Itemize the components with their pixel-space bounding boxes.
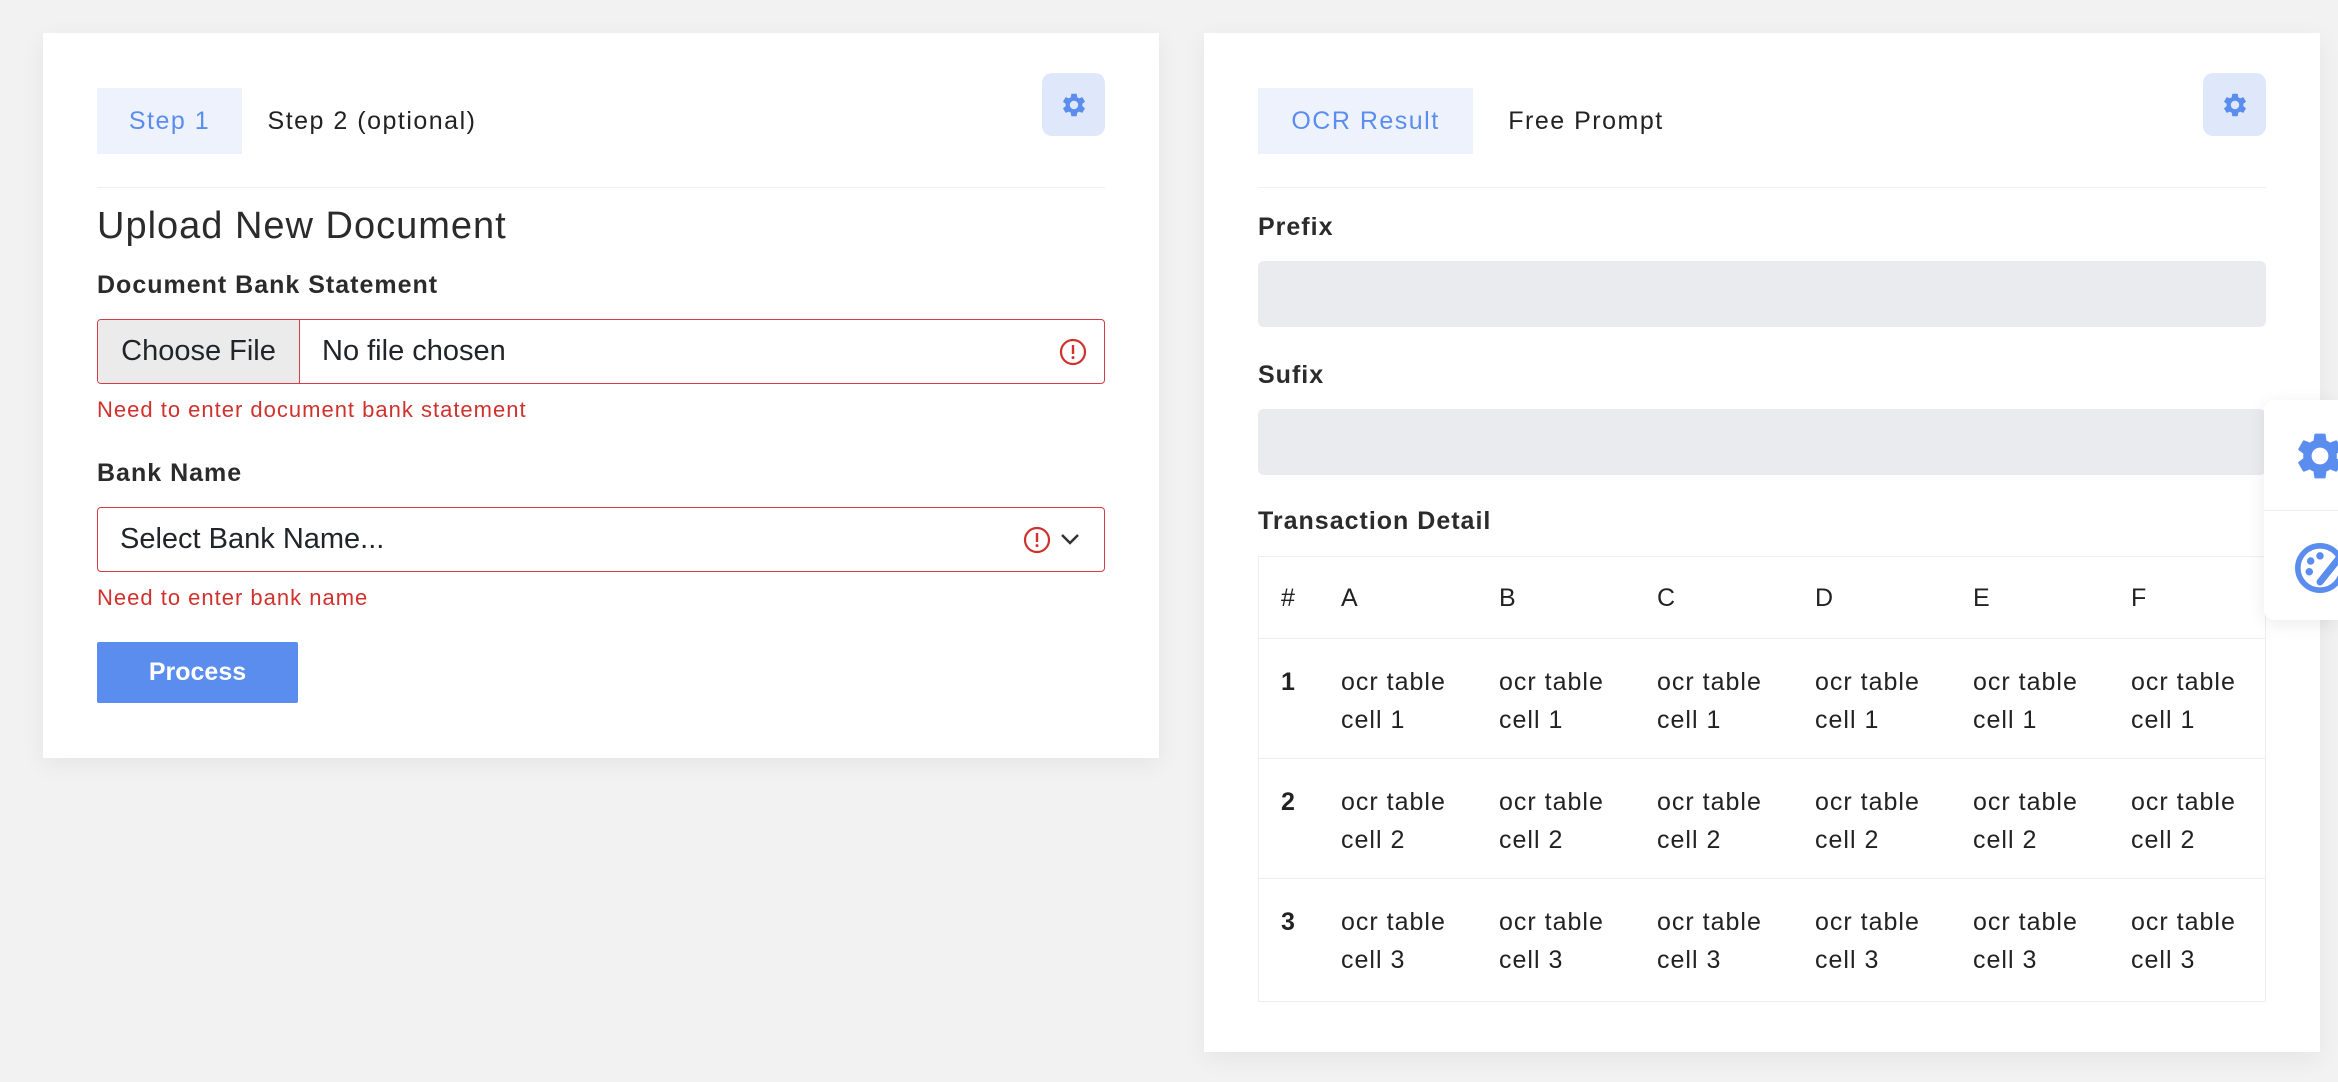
page-title: Upload New Document (97, 205, 507, 247)
document-label: Document Bank Statement (97, 271, 439, 299)
document-error: Need to enter document bank statement (97, 397, 527, 422)
bank-name-label: Bank Name (97, 459, 243, 487)
header-cell: E (1973, 584, 1991, 612)
step-tabs: Step 1 Step 2 (optional) (97, 88, 1105, 188)
header-cell: D (1815, 584, 1835, 612)
settings-button[interactable] (2203, 73, 2266, 136)
table-cell: ocr table cell 3 (1815, 908, 1920, 974)
table-cell: ocr table cell 2 (1499, 788, 1604, 854)
table-cell: ocr table cell 2 (1973, 788, 2078, 854)
table-cell: ocr table cell 3 (1973, 908, 2078, 974)
settings-button[interactable] (1042, 73, 1105, 136)
chevron-down-icon (1061, 534, 1079, 545)
gear-icon (1062, 93, 1085, 116)
table-cell: ocr table cell 3 (1341, 908, 1446, 974)
table-cell: ocr table cell 1 (1815, 668, 1920, 734)
table-cell: ocr table cell 2 (1657, 788, 1762, 854)
table-cell: ocr table cell 2 (1815, 788, 1920, 854)
table-row: 2 ocr table cell 2 ocr table cell 2 ocr … (1259, 759, 2265, 879)
header-cell: B (1499, 584, 1517, 612)
upload-panel: Step 1 Step 2 (optional) Upload New Docu… (43, 33, 1159, 758)
gear-icon (2223, 93, 2246, 116)
table-cell: ocr table cell 1 (1973, 668, 2078, 734)
suffix-field[interactable] (1258, 409, 2266, 475)
document-file-input[interactable]: Choose File No file chosen (97, 319, 1105, 384)
bank-name-error: Need to enter bank name (97, 585, 369, 610)
table-row: 1 ocr table cell 1 ocr table cell 1 ocr … (1259, 639, 2265, 759)
choose-file-button[interactable]: Choose File (98, 320, 300, 383)
table-cell: ocr table cell 1 (2131, 668, 2236, 734)
tab-ocr-result[interactable]: OCR Result (1258, 88, 1473, 154)
table-cell: ocr table cell 1 (1341, 668, 1446, 734)
tab-free-prompt[interactable]: Free Prompt (1473, 88, 1699, 154)
table-cell: ocr table cell 1 (1499, 668, 1604, 734)
bank-name-placeholder: Select Bank Name... (120, 523, 385, 555)
result-panel: OCR Result Free Prompt Prefix Sufix Tran… (1204, 33, 2320, 1052)
table-cell: ocr table cell 3 (1499, 908, 1604, 974)
error-icon (1023, 526, 1051, 554)
process-button[interactable]: Process (97, 642, 298, 703)
file-status-text: No file chosen (322, 335, 506, 367)
header-cell: A (1341, 584, 1359, 612)
header-cell: F (2131, 584, 2148, 612)
table-cell: ocr table cell 2 (2131, 788, 2236, 854)
palette-icon[interactable] (2292, 540, 2338, 596)
error-icon (1059, 338, 1087, 366)
table-cell: ocr table cell 3 (2131, 908, 2236, 974)
floating-toolbar (2264, 400, 2338, 620)
table-cell: ocr table cell 3 (1657, 908, 1762, 974)
prefix-label: Prefix (1258, 213, 1334, 241)
table-cell: ocr table cell 2 (1341, 788, 1446, 854)
toolbar-divider (2264, 510, 2338, 511)
table-cell: ocr table cell 1 (1657, 668, 1762, 734)
bank-name-select[interactable]: Select Bank Name... (97, 507, 1105, 572)
transaction-table: # A B C D E F 1 ocr table cell 1 ocr tab… (1258, 556, 2266, 1002)
tab-step-2[interactable]: Step 2 (optional) (242, 88, 502, 154)
suffix-label: Sufix (1258, 361, 1325, 389)
table-row: 3 ocr table cell 3 ocr table cell 3 ocr … (1259, 879, 2265, 1001)
gear-icon[interactable] (2292, 428, 2338, 484)
result-tabs: OCR Result Free Prompt (1258, 88, 2266, 188)
header-cell: C (1657, 584, 1677, 612)
prefix-field[interactable] (1258, 261, 2266, 327)
tab-step-1[interactable]: Step 1 (97, 88, 242, 154)
table-title: Transaction Detail (1258, 507, 1492, 535)
table-header-row: # A B C D E F (1259, 557, 2265, 639)
